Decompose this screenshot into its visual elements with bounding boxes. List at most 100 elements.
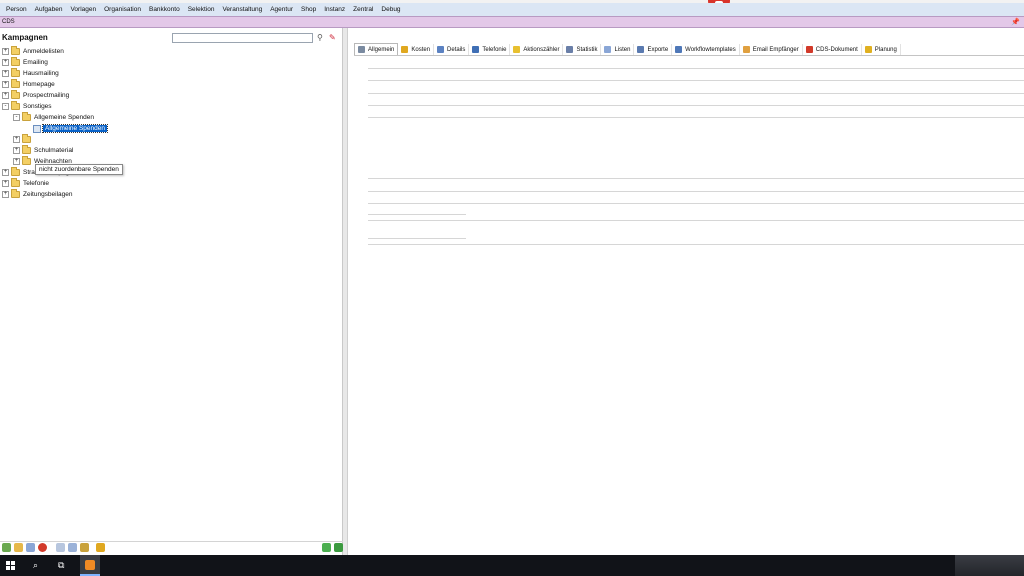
form-field-line xyxy=(368,220,1024,221)
menu-item-selektion[interactable]: Selektion xyxy=(184,6,219,13)
new-campaign-icon[interactable] xyxy=(14,543,23,552)
expand-icon[interactable]: + xyxy=(2,70,9,77)
tree-node-label: Allgemeine Spenden xyxy=(34,114,94,121)
tree-node-label: Anmeldelisten xyxy=(23,48,64,55)
menu-item-shop[interactable]: Shop xyxy=(297,6,320,13)
tab-planung[interactable]: Planung xyxy=(862,44,901,55)
expand-all-icon[interactable] xyxy=(322,543,331,552)
tree-node-label: Telefonie xyxy=(23,180,50,187)
menu-item-organisation[interactable]: Organisation xyxy=(100,6,145,13)
add-folder-icon[interactable] xyxy=(2,543,11,552)
tree-node[interactable]: + Anmeldelisten xyxy=(0,46,343,57)
collapse-icon[interactable]: - xyxy=(13,114,20,121)
tab-icon xyxy=(604,46,612,53)
search-icon[interactable]: ⌕ xyxy=(33,560,38,571)
tab-label: Kosten xyxy=(411,46,431,53)
taskbar: ⌕ ⧉ xyxy=(0,555,1024,576)
sync-icon[interactable] xyxy=(334,543,343,552)
folder-icon xyxy=(11,46,20,55)
menu-item-zentral[interactable]: Zentral xyxy=(349,6,377,13)
menu-bar: Person Aufgaben Vorlagen Organisation Bankko… xyxy=(0,3,1024,16)
tab-allgemein[interactable]: Allgemein xyxy=(354,43,399,55)
menu-item-person[interactable]: Person xyxy=(2,6,31,13)
tab-kosten[interactable]: Kosten xyxy=(398,44,435,55)
menu-item-veranstaltung[interactable]: Veranstaltung xyxy=(218,6,266,13)
menu-item-agentur[interactable]: Agentur xyxy=(266,6,297,13)
form-field-line xyxy=(368,203,1024,204)
cds-banner-label: CDS xyxy=(2,19,15,25)
form-field-line xyxy=(368,238,466,239)
filter-clear-icon[interactable]: ✎ xyxy=(329,33,338,42)
expand-icon[interactable]: + xyxy=(2,180,9,187)
tree-node[interactable]: + xyxy=(0,134,343,145)
refresh-icon[interactable] xyxy=(96,543,105,552)
tree-node[interactable]: - Allgemeine Spenden xyxy=(0,112,343,123)
menu-item-debug[interactable]: Debug xyxy=(377,6,404,13)
expand-icon[interactable]: + xyxy=(2,191,9,198)
tab-label: Exporte xyxy=(647,46,669,53)
form-field-line xyxy=(368,105,1024,106)
tab-icon xyxy=(805,46,813,53)
tree-node[interactable]: + Emailing xyxy=(0,57,343,68)
delete-icon[interactable] xyxy=(38,543,47,552)
tab-label: Listen xyxy=(614,46,631,53)
tab-icon xyxy=(864,46,872,53)
tree-node[interactable]: Allgemeine Spenden xyxy=(0,123,343,134)
app-taskbar-icon[interactable] xyxy=(80,555,100,576)
tree-node[interactable]: + Zeitungsbeilagen xyxy=(0,189,343,200)
pin-icon[interactable]: 📌 xyxy=(1011,18,1020,26)
start-icon[interactable] xyxy=(6,561,15,570)
menu-item-aufgaben[interactable]: Aufgaben xyxy=(31,6,67,13)
folder-icon xyxy=(11,90,20,99)
tree-node[interactable]: + Hausmailing xyxy=(0,68,343,79)
tree-node[interactable]: + Telefonie xyxy=(0,178,343,189)
tab-label: Allgemein xyxy=(368,46,395,53)
tab-label: Aktionszähler xyxy=(523,46,560,53)
tab-workflowtemplates[interactable]: Workflowtemplates xyxy=(672,44,740,55)
expand-icon[interactable]: + xyxy=(13,136,20,143)
tab-icon xyxy=(358,46,365,53)
expand-icon[interactable]: + xyxy=(2,48,9,55)
tree-node[interactable]: + Homepage xyxy=(0,79,343,90)
search-input[interactable] xyxy=(172,33,313,43)
expand-icon[interactable]: + xyxy=(2,59,9,66)
expand-icon[interactable]: + xyxy=(2,81,9,88)
tab-icon xyxy=(637,46,645,53)
panel-title: Kampagnen xyxy=(2,33,48,42)
tab-icon xyxy=(566,46,574,53)
print-icon[interactable] xyxy=(56,543,65,552)
collapse-icon[interactable]: - xyxy=(2,103,9,110)
export-icon[interactable] xyxy=(68,543,77,552)
form-field-line xyxy=(368,214,466,215)
expand-icon[interactable]: + xyxy=(2,169,9,176)
form-field-line xyxy=(368,178,1024,179)
tab-telefonie[interactable]: Telefonie xyxy=(469,44,511,55)
move-icon[interactable] xyxy=(80,543,89,552)
menu-item-bankkonto[interactable]: Bankkonto xyxy=(145,6,184,13)
expand-icon[interactable]: + xyxy=(2,92,9,99)
form-field-line xyxy=(368,68,1024,69)
filter-icon[interactable]: ⚲ xyxy=(317,33,326,42)
tab-aktionszähler[interactable]: Aktionszähler xyxy=(510,44,564,55)
task-view-icon[interactable]: ⧉ xyxy=(58,560,64,571)
expand-icon[interactable]: + xyxy=(13,147,20,154)
tab-listen[interactable]: Listen xyxy=(601,44,635,55)
tree-node[interactable]: - Sonstiges xyxy=(0,101,343,112)
menu-item-vorlagen[interactable]: Vorlagen xyxy=(66,6,100,13)
tree-node[interactable]: + Prospectmailing xyxy=(0,90,343,101)
tab-statistik[interactable]: Statistik xyxy=(563,44,602,55)
tab-exporte[interactable]: Exporte xyxy=(634,44,673,55)
tab-email-empfänger[interactable]: Email Empfänger xyxy=(740,44,803,55)
campaign-icon xyxy=(33,124,41,133)
tree-toolbar xyxy=(0,541,343,553)
tab-cds-dokument[interactable]: CDS-Dokument xyxy=(803,44,862,55)
tree-node-label: Hausmailing xyxy=(23,70,59,77)
menu-item-instanz[interactable]: Instanz xyxy=(320,6,349,13)
tree-node-label: Allgemeine Spenden xyxy=(42,124,108,133)
expand-icon[interactable]: + xyxy=(13,158,20,165)
tab-details[interactable]: Details xyxy=(434,44,470,55)
folder-icon xyxy=(11,101,20,110)
copy-icon[interactable] xyxy=(26,543,35,552)
cds-banner: CDS 📌 xyxy=(0,16,1024,28)
tree-node[interactable]: + Schulmaterial xyxy=(0,145,343,156)
